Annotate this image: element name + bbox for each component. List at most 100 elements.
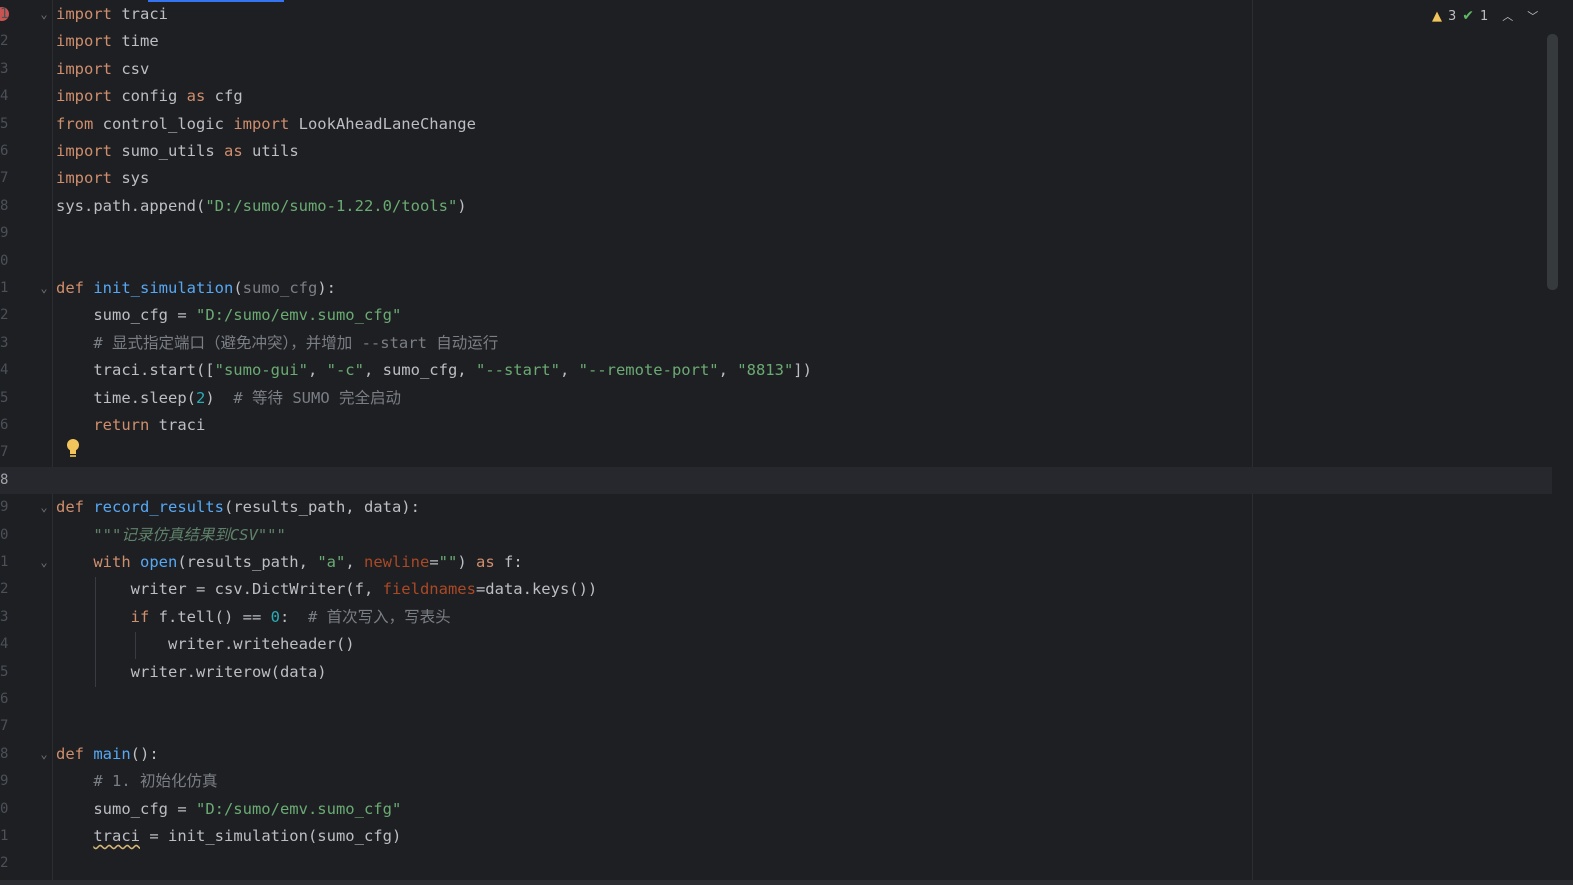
code-text[interactable]: if f.tell() == 0: # 首次写入，写表头 <box>56 604 451 631</box>
code-token: "" <box>438 553 458 571</box>
code-token: if <box>56 607 150 626</box>
code-token: , <box>718 361 738 380</box>
code-text[interactable]: traci = init_simulation(sumo_cfg) <box>56 823 401 850</box>
code-text[interactable]: # 1. 初始化仿真 <box>56 768 217 795</box>
code-line[interactable]: 1 ⌄ import traci <box>0 1 1552 28</box>
code-line[interactable]: 9 # 1. 初始化仿真 <box>0 768 1552 795</box>
code-token: sumo_cfg = <box>56 799 196 818</box>
warning-count[interactable]: 3 <box>1448 9 1456 24</box>
code-text[interactable]: writer = csv.DictWriter(f, fieldnames=da… <box>56 576 598 603</box>
code-token: traci <box>149 416 206 434</box>
code-line[interactable]: 5 time.sleep(2) # 等待 SUMO 完全启动 <box>0 385 1552 412</box>
code-line[interactable]: 8 sys.path.append("D:/sumo/sumo-1.22.0/to… <box>0 193 1552 220</box>
code-token: ) <box>457 553 476 571</box>
fold-chevron-icon[interactable]: ⌄ <box>36 1 52 28</box>
code-token: return <box>56 416 150 434</box>
code-token: "--remote-port" <box>578 361 719 380</box>
code-editor[interactable]: 1 ⌄ import traci 2 import time 3 import csv 4 im… <box>0 0 1573 880</box>
code-token: fieldnames <box>382 580 476 599</box>
code-line[interactable]: 3 import csv <box>0 56 1552 83</box>
code-text[interactable]: return traci <box>56 412 205 439</box>
line-number: 2 <box>0 307 9 324</box>
code-line[interactable]: 6 <box>0 686 1552 713</box>
line-number: 5 <box>0 663 9 680</box>
code-text[interactable]: with open(results_path, "a", newline="")… <box>56 549 522 576</box>
code-token: import <box>56 5 112 23</box>
code-text[interactable]: import sys <box>56 165 149 192</box>
code-line[interactable]: 4 traci.start(["sumo-gui", "-c", sumo_cf… <box>0 357 1552 384</box>
code-text[interactable]: import sumo_utils as utils <box>56 138 299 165</box>
code-line[interactable]: 9 ⌄ def record_results(results_path, data)… <box>0 494 1552 521</box>
code-token: f.tell() == <box>149 607 271 626</box>
code-line[interactable]: 2 writer = csv.DictWriter(f, fieldnames=… <box>0 576 1552 603</box>
code-line[interactable]: 0 """记录仿真结果到CSV""" <box>0 522 1552 549</box>
code-text[interactable]: from control_logic import LookAheadLaneC… <box>56 111 476 138</box>
code-text[interactable]: writer.writeheader() <box>56 631 355 658</box>
code-line[interactable]: 7 <box>0 713 1552 740</box>
inspection-widget[interactable]: ▲ 3 ✔ 1 ︿ ﹀ <box>1432 5 1538 27</box>
line-number: 6 <box>0 417 9 433</box>
code-text[interactable]: import config as cfg <box>56 83 243 110</box>
code-line[interactable]: 1 ⌄ with open(results_path, "a", newline=… <box>0 549 1552 576</box>
code-line[interactable]: 8 ⌄ def main(): <box>0 741 1552 768</box>
fold-chevron-icon[interactable]: ⌄ <box>36 741 52 768</box>
code-line[interactable]: 3 if f.tell() == 0: # 首次写入，写表头 <box>0 604 1552 631</box>
line-number: 8 <box>0 471 9 488</box>
code-line[interactable]: 4 writer.writeheader() <box>0 631 1552 658</box>
code-text[interactable]: import time <box>56 28 159 55</box>
code-text[interactable]: def init_simulation(sumo_cfg): <box>56 275 336 302</box>
code-text[interactable]: writer.writerow(data) <box>56 659 327 686</box>
code-line[interactable]: 1 ⌄ def init_simulation(sumo_cfg): <box>0 275 1552 302</box>
line-number: 0 <box>0 252 9 269</box>
code-token: # 显式指定端口（避免冲突），并增加 --start 自动运行 <box>56 333 499 352</box>
line-number: 0 <box>0 526 9 543</box>
code-token: , <box>559 361 579 380</box>
fold-chevron-icon[interactable]: ⌄ <box>36 494 52 521</box>
code-line[interactable]: 0 <box>0 248 1552 275</box>
code-token: ]) <box>793 361 812 380</box>
code-line[interactable]: 7 <box>0 439 1552 466</box>
code-text[interactable]: def record_results(results_path, data): <box>56 494 420 521</box>
code-text[interactable]: sumo_cfg = "D:/sumo/emv.sumo_cfg" <box>56 796 401 823</box>
code-text[interactable]: """记录仿真结果到CSV""" <box>56 522 286 549</box>
code-line[interactable]: 3 # 显式指定端口（避免冲突），并增加 --start 自动运行 <box>0 330 1552 357</box>
chevron-up-icon[interactable]: ︿ <box>1502 8 1513 24</box>
code-token: "8813" <box>737 361 794 380</box>
code-line[interactable]: 5 from control_logic import LookAheadLane… <box>0 111 1552 138</box>
code-line[interactable]: 8 <box>0 466 1552 495</box>
ok-count[interactable]: 1 <box>1480 9 1488 24</box>
code-text[interactable]: import csv <box>56 56 149 83</box>
code-line[interactable]: 2 import time <box>0 28 1552 55</box>
code-line[interactable]: 1 traci = init_simulation(sumo_cfg) <box>0 823 1552 850</box>
code-line[interactable]: 4 import config as cfg <box>0 83 1552 110</box>
code-text[interactable]: sumo_cfg = "D:/sumo/emv.sumo_cfg" <box>56 302 401 329</box>
warning-icon[interactable]: ▲ <box>1432 9 1442 24</box>
code-text[interactable]: def main(): <box>56 741 159 768</box>
code-token: sys <box>112 169 150 188</box>
line-number: 3 <box>0 608 9 625</box>
fold-chevron-icon[interactable]: ⌄ <box>36 549 52 576</box>
code-text[interactable]: import traci <box>56 1 168 28</box>
code-text[interactable]: time.sleep(2) # 等待 SUMO 完全启动 <box>56 385 401 412</box>
fold-chevron-icon[interactable]: ⌄ <box>36 275 52 302</box>
code-line[interactable]: 2 <box>0 850 1552 877</box>
check-icon[interactable]: ✔ <box>1462 8 1474 24</box>
code-token: = <box>429 553 439 571</box>
code-text[interactable]: sys.path.append("D:/sumo/sumo-1.22.0/too… <box>56 193 467 220</box>
code-line[interactable]: 2 sumo_cfg = "D:/sumo/emv.sumo_cfg" <box>0 302 1552 329</box>
code-line[interactable]: 7 import sys <box>0 165 1552 192</box>
code-token: """记录仿真结果到CSV""" <box>56 525 286 544</box>
code-line[interactable]: 6 import sumo_utils as utils <box>0 138 1552 165</box>
code-line[interactable]: 9 <box>0 220 1552 247</box>
chevron-down-icon[interactable]: ﹀ <box>1527 8 1538 24</box>
code-text[interactable]: # 显式指定端口（避免冲突），并增加 --start 自动运行 <box>56 330 498 357</box>
code-token: ( <box>233 279 243 297</box>
line-number: 4 <box>0 88 9 105</box>
vertical-scrollbar[interactable] <box>1547 34 1558 290</box>
code-line[interactable]: 0 sumo_cfg = "D:/sumo/emv.sumo_cfg" <box>0 796 1552 823</box>
code-line[interactable]: 6 return traci <box>0 412 1552 439</box>
code-text[interactable]: traci.start(["sumo-gui", "-c", sumo_cfg,… <box>56 357 812 384</box>
lightbulb-icon[interactable] <box>65 438 81 460</box>
code-token: open <box>140 553 178 571</box>
code-line[interactable]: 5 writer.writerow(data) <box>0 659 1552 686</box>
